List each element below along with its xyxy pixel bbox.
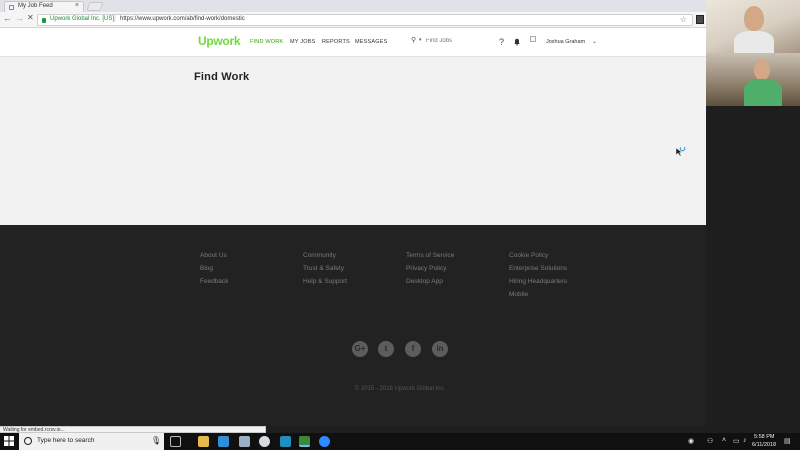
windows-taskbar: Type here to search 🎙 ◉ ⚇ ˄ ▭ ♪ 5:58 PM …	[0, 433, 800, 450]
browser-toolbar: ← → ✕ Upwork Global Inc. [US] | https://…	[0, 12, 706, 28]
paint-icon[interactable]	[239, 436, 250, 447]
zoom-icon[interactable]	[319, 436, 330, 447]
person-shirt	[744, 79, 782, 106]
footer-link[interactable]: Community	[303, 252, 336, 259]
task-view-icon[interactable]	[170, 436, 181, 447]
footer-link[interactable]: Hiring Headquarters	[509, 278, 567, 285]
lock-icon	[42, 18, 46, 23]
extension-icon[interactable]	[696, 15, 704, 24]
page-content: Upwork FIND WORK MY JOBS REPORTS MESSAGE…	[0, 28, 706, 225]
user-name[interactable]: Joshua Graham	[546, 39, 585, 45]
stop-loading-icon[interactable]: ✕	[27, 13, 34, 22]
bell-icon[interactable]	[513, 38, 521, 46]
google-plus-icon[interactable]: G+	[352, 341, 368, 357]
close-tab-icon[interactable]: ×	[75, 2, 79, 9]
loading-spinner-icon	[675, 145, 686, 157]
search-icon	[24, 437, 32, 445]
chrome-icon[interactable]	[259, 436, 270, 447]
url-text[interactable]: https://www.upwork.com/ab/find-work/dome…	[120, 16, 245, 22]
bookmark-star-icon[interactable]: ☆	[680, 15, 687, 24]
search-input[interactable]	[426, 36, 488, 46]
help-icon[interactable]: ?	[499, 37, 504, 47]
app-icon[interactable]	[280, 436, 291, 447]
linkedin-icon[interactable]: in	[432, 341, 448, 357]
footer-link[interactable]: About Us	[200, 252, 227, 259]
footer-link[interactable]: Enterprise Solutions	[509, 265, 567, 272]
avatar[interactable]	[530, 36, 536, 42]
twitter-icon[interactable]: t	[378, 341, 394, 357]
footer-link[interactable]: Terms of Service	[406, 252, 454, 259]
webcam-feed-top	[706, 0, 800, 53]
user-menu-chevron-icon[interactable]: ⌄	[592, 38, 597, 45]
nav-my-jobs[interactable]: MY JOBS	[290, 39, 315, 45]
person-shirt	[734, 31, 774, 53]
nav-find-work[interactable]: FIND WORK	[250, 39, 283, 45]
site-identity-label: Upwork Global Inc. [US]	[50, 16, 115, 22]
footer-link[interactable]: Help & Support	[303, 278, 347, 285]
site-footer: About Us Blog Feedback Community Trust &…	[0, 225, 706, 426]
facebook-icon[interactable]: f	[405, 341, 421, 357]
browser-tab-bar: My Job Feed ×	[0, 0, 706, 12]
search-icon[interactable]: ⚲	[411, 36, 416, 44]
taskbar-search-box[interactable]: Type here to search 🎙	[19, 433, 164, 450]
chevron-up-icon[interactable]: ˄	[722, 437, 726, 444]
notifications-icon[interactable]: ▤	[784, 437, 791, 445]
forward-arrow-icon[interactable]: →	[15, 13, 24, 23]
footer-link[interactable]: Mobile	[509, 291, 528, 298]
url-separator: |	[114, 15, 116, 22]
people-icon[interactable]: ⚇	[707, 437, 713, 445]
footer-link[interactable]: Feedback	[200, 278, 229, 285]
nav-reports[interactable]: REPORTS	[322, 39, 350, 45]
status-bubble: Waiting for embed.rcrsv.io...	[0, 426, 266, 433]
clock-date[interactable]: 6/11/2018	[752, 442, 776, 448]
upwork-logo[interactable]: Upwork	[198, 34, 241, 48]
file-explorer-icon[interactable]	[198, 436, 209, 447]
new-tab-button[interactable]	[86, 2, 104, 11]
taskbar-search-placeholder: Type here to search	[37, 437, 95, 444]
person-head	[754, 59, 770, 80]
video-overlay-panel	[706, 0, 800, 426]
footer-link[interactable]: Blog	[200, 265, 213, 272]
site-header: Upwork FIND WORK MY JOBS REPORTS MESSAGE…	[0, 28, 706, 57]
footer-link[interactable]: Cookie Policy	[509, 252, 548, 259]
volume-icon[interactable]: ♪	[743, 437, 747, 444]
microphone-icon[interactable]: 🎙	[151, 436, 161, 445]
footer-link[interactable]: Trust & Safety	[303, 265, 344, 272]
chevron-down-icon[interactable]: ▾	[419, 37, 422, 43]
nav-messages[interactable]: MESSAGES	[355, 39, 387, 45]
tab-title: My Job Feed	[18, 3, 53, 9]
webcam-feed-bottom	[706, 53, 800, 106]
address-bar[interactable]: Upwork Global Inc. [US] | https://www.up…	[37, 14, 693, 26]
page-favicon-icon	[9, 5, 14, 10]
footer-link[interactable]: Desktop App	[406, 278, 443, 285]
chrome-active-icon[interactable]	[299, 436, 310, 447]
person-head	[744, 6, 764, 31]
footer-link[interactable]: Privacy Policy	[406, 265, 446, 272]
back-arrow-icon[interactable]: ←	[3, 13, 12, 23]
copyright-text: © 2015 - 2018 Upwork Global Inc.	[354, 386, 446, 392]
page-title: Find Work	[194, 71, 250, 83]
edge-browser-icon[interactable]	[218, 436, 229, 447]
job-search-box: ⚲ ▾	[408, 35, 492, 47]
windows-start-icon[interactable]	[4, 436, 14, 446]
browser-tab[interactable]: My Job Feed ×	[4, 1, 84, 12]
network-icon[interactable]: ▭	[733, 437, 740, 445]
clock-time[interactable]: 5:58 PM	[754, 434, 774, 440]
user-tray-icon[interactable]: ◉	[688, 437, 694, 445]
